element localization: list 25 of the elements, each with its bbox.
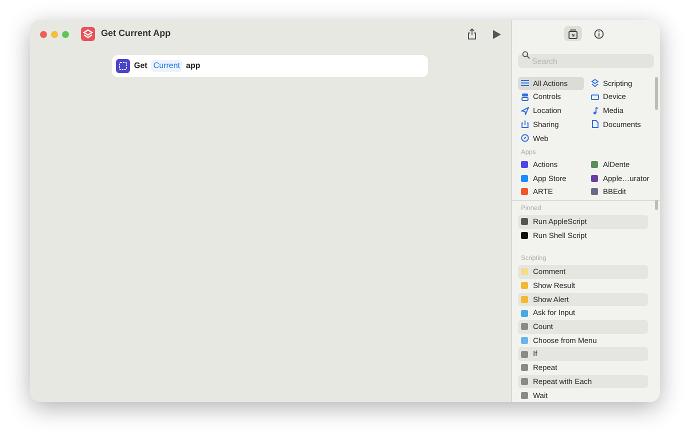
category-icon [591, 79, 599, 88]
share-icon[interactable] [467, 28, 477, 40]
shortcut-app-icon [81, 27, 95, 41]
variable-token[interactable]: Current [151, 60, 182, 72]
window-title: Get Current App [101, 27, 171, 40]
scrollbar [655, 200, 658, 210]
close-button[interactable] [40, 30, 47, 38]
app-frame-icon [116, 59, 130, 73]
sidebar-tab[interactable] [564, 26, 582, 42]
category-icon [521, 106, 529, 115]
library-icon [568, 28, 578, 39]
category-icon [591, 120, 599, 128]
scrollbar [655, 76, 658, 110]
category-icon [521, 79, 529, 88]
action-card[interactable]: Get Current app [112, 55, 428, 77]
action-text: app [186, 60, 200, 72]
category-icon [591, 93, 599, 102]
action-text: Get [134, 60, 148, 72]
info-icon [594, 28, 604, 39]
search-icon [522, 50, 530, 59]
category-icon [591, 106, 599, 115]
play-icon[interactable] [493, 30, 501, 38]
category-icon [521, 93, 529, 102]
category-icon [521, 134, 529, 142]
category-icon [521, 120, 529, 128]
